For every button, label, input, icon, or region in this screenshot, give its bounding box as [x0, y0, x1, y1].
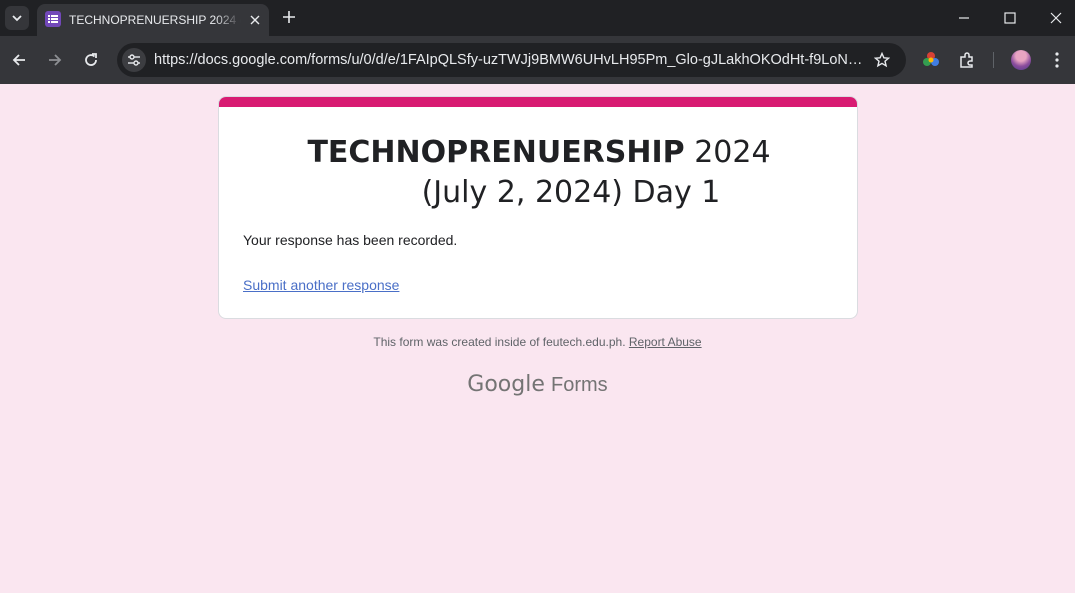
maximize-icon[interactable] — [998, 6, 1022, 30]
tab-search-icon[interactable] — [5, 6, 29, 30]
star-icon[interactable] — [871, 49, 893, 71]
footer-note-text: This form was created inside of feutech.… — [373, 335, 626, 349]
close-window-icon[interactable] — [1044, 6, 1068, 30]
back-icon[interactable] — [7, 48, 31, 72]
url-text[interactable]: https://docs.google.com/forms/u/0/d/e/1F… — [154, 51, 866, 69]
google-forms-icon — [45, 11, 61, 27]
kebab-menu-icon[interactable] — [1045, 48, 1069, 72]
confirmation-message: Your response has been recorded. — [243, 232, 458, 248]
address-bar[interactable]: https://docs.google.com/forms/u/0/d/e/1F… — [117, 43, 906, 77]
form-title-line2: (July 2, 2024) Day 1 — [421, 175, 721, 210]
tab-title: TECHNOPRENUERSHIP 2024 (July 2, 2024) Da… — [69, 13, 241, 27]
google-forms-logo[interactable]: Google Forms — [0, 370, 1075, 399]
reload-icon[interactable] — [79, 48, 103, 72]
profile-avatar[interactable] — [1011, 50, 1031, 70]
logo-forms-text: Forms — [551, 374, 608, 396]
footer-note: This form was created inside of feutech.… — [0, 334, 1075, 350]
form-card: TECHNOPRENUERSHIP 2024 (July 2, 2024) Da… — [218, 96, 858, 319]
browser-tabstrip: TECHNOPRENUERSHIP 2024 (July 2, 2024) Da… — [0, 0, 1075, 36]
browser-toolbar: https://docs.google.com/forms/u/0/d/e/1F… — [0, 36, 1075, 84]
report-abuse-link[interactable]: Report Abuse — [629, 335, 702, 349]
form-title: TECHNOPRENUERSHIP 2024 (July 2, 2024) Da… — [243, 133, 835, 213]
puzzle-icon[interactable] — [955, 48, 979, 72]
toolbar-divider — [993, 52, 994, 68]
site-info-icon[interactable] — [122, 48, 146, 72]
browser-tab[interactable]: TECHNOPRENUERSHIP 2024 (July 2, 2024) Da… — [37, 4, 269, 36]
form-title-year: 2024 — [684, 135, 771, 170]
logo-google-text: Google — [467, 372, 545, 397]
color-extension-icon[interactable] — [919, 48, 943, 72]
close-icon[interactable] — [246, 11, 264, 29]
forward-icon[interactable] — [43, 48, 67, 72]
form-title-bold: TECHNOPRENUERSHIP — [307, 135, 685, 170]
minimize-icon[interactable] — [952, 6, 976, 30]
submit-another-link[interactable]: Submit another response — [243, 275, 399, 295]
plus-icon[interactable] — [279, 7, 299, 27]
card-accent-bar — [219, 97, 857, 107]
